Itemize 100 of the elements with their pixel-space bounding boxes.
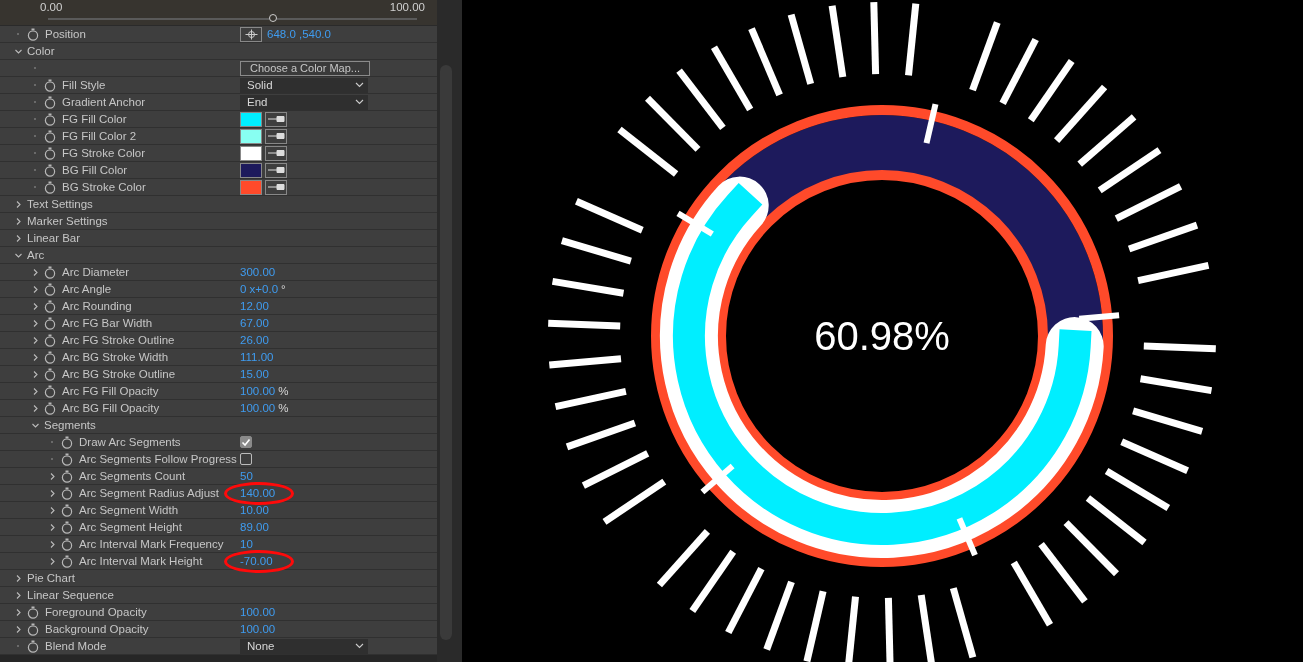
- color-map-button[interactable]: Choose a Color Map...: [240, 60, 370, 76]
- eyedropper-button[interactable]: [265, 128, 287, 144]
- group-label[interactable]: Pie Chart: [27, 572, 75, 584]
- chevron-right-icon[interactable]: [31, 301, 40, 311]
- stopwatch-icon[interactable]: [44, 95, 56, 109]
- stopwatch-icon[interactable]: [61, 554, 73, 568]
- chevron-right-icon[interactable]: [31, 369, 40, 379]
- eyedropper-button[interactable]: [265, 179, 287, 195]
- stopwatch-icon[interactable]: [44, 282, 56, 296]
- property-value[interactable]: 111.00: [240, 351, 274, 363]
- stopwatch-icon[interactable]: [44, 163, 56, 177]
- property-value[interactable]: 15.00: [240, 368, 269, 380]
- stopwatch-icon[interactable]: [61, 452, 73, 466]
- chevron-right-icon[interactable]: [31, 386, 40, 396]
- color-swatch[interactable]: [240, 111, 262, 127]
- stopwatch-icon[interactable]: [27, 622, 39, 636]
- chevron-right-icon[interactable]: [31, 267, 40, 277]
- chevron-right-icon[interactable]: [48, 556, 57, 566]
- property-value[interactable]: 50: [240, 470, 253, 482]
- chevron-right-icon[interactable]: [31, 284, 40, 294]
- chevron-right-icon[interactable]: [14, 590, 23, 600]
- chevron-right-icon[interactable]: [48, 505, 57, 515]
- stopwatch-icon[interactable]: [44, 299, 56, 313]
- stopwatch-icon[interactable]: [61, 537, 73, 551]
- property-value[interactable]: 0 x+0.0: [240, 283, 279, 295]
- property-label: Arc Diameter: [62, 266, 130, 278]
- property-value[interactable]: 10.00: [240, 504, 269, 516]
- stopwatch-icon[interactable]: [44, 129, 56, 143]
- stopwatch-icon[interactable]: [44, 316, 56, 330]
- stopwatch-icon[interactable]: [44, 78, 56, 92]
- color-swatch[interactable]: [240, 128, 262, 144]
- stopwatch-icon[interactable]: [44, 350, 56, 364]
- color-swatch[interactable]: [240, 145, 262, 161]
- chevron-right-icon[interactable]: [31, 352, 40, 362]
- chevron-right-icon[interactable]: [14, 233, 23, 243]
- eyedropper-button[interactable]: [265, 145, 287, 161]
- property-value[interactable]: 300.00: [240, 266, 276, 278]
- eyedropper-button[interactable]: [265, 162, 287, 178]
- stopwatch-icon[interactable]: [27, 27, 39, 41]
- checkbox[interactable]: [240, 453, 252, 465]
- property-value[interactable]: 100.00: [240, 606, 276, 618]
- color-swatch[interactable]: [240, 162, 262, 178]
- group-label[interactable]: Linear Sequence: [27, 589, 114, 601]
- stopwatch-icon[interactable]: [27, 639, 39, 653]
- group-label[interactable]: Segments: [44, 419, 96, 431]
- slider-thumb[interactable]: [269, 14, 278, 22]
- eyedropper-button[interactable]: [265, 111, 287, 127]
- property-value[interactable]: 140.00: [240, 487, 276, 499]
- eyedropper-icon: [267, 183, 285, 191]
- chevron-right-icon[interactable]: [14, 624, 23, 634]
- property-value[interactable]: -70.00: [240, 555, 273, 567]
- stopwatch-icon[interactable]: [44, 384, 56, 398]
- chevron-right-icon[interactable]: [31, 403, 40, 413]
- chevron-right-icon[interactable]: [48, 539, 57, 549]
- group-label[interactable]: Color: [27, 45, 55, 57]
- stopwatch-icon[interactable]: [44, 112, 56, 126]
- dropdown[interactable]: None: [240, 638, 368, 654]
- chevron-right-icon[interactable]: [14, 216, 23, 226]
- chevron-right-icon[interactable]: [14, 573, 23, 583]
- chevron-right-icon[interactable]: [48, 522, 57, 532]
- property-value[interactable]: 67.00: [240, 317, 269, 329]
- property-value[interactable]: 100.00: [240, 402, 276, 414]
- property-label: BG Stroke Color: [62, 181, 146, 193]
- stopwatch-icon[interactable]: [44, 333, 56, 347]
- slider-max-label: 100.00: [389, 1, 425, 14]
- stopwatch-icon[interactable]: [61, 503, 73, 517]
- stopwatch-icon[interactable]: [44, 180, 56, 194]
- property-value[interactable]: 89.00: [240, 521, 269, 533]
- group-label[interactable]: Arc: [27, 249, 45, 261]
- group-label[interactable]: Linear Bar: [27, 232, 81, 244]
- crosshair-button[interactable]: [240, 26, 262, 42]
- stopwatch-icon[interactable]: [27, 605, 39, 619]
- chevron-right-icon[interactable]: [48, 471, 57, 481]
- dropdown[interactable]: End: [240, 94, 368, 110]
- stopwatch-icon[interactable]: [61, 520, 73, 534]
- group-label[interactable]: Marker Settings: [27, 215, 108, 227]
- chevron-right-icon[interactable]: [14, 607, 23, 617]
- group-label[interactable]: Text Settings: [27, 198, 93, 210]
- stopwatch-icon[interactable]: [61, 435, 73, 449]
- stopwatch-icon[interactable]: [61, 469, 73, 483]
- stopwatch-icon[interactable]: [44, 146, 56, 160]
- stopwatch-icon[interactable]: [61, 486, 73, 500]
- property-value[interactable]: 648.0 ,540.0: [267, 28, 331, 40]
- property-value[interactable]: 10: [240, 538, 253, 550]
- chevron-right-icon[interactable]: [14, 199, 23, 209]
- property-value[interactable]: 100.00: [240, 623, 276, 635]
- chevron-right-icon[interactable]: [48, 488, 57, 498]
- color-swatch[interactable]: [240, 179, 262, 195]
- percentage-label: 60.98%: [814, 314, 950, 358]
- stopwatch-icon[interactable]: [44, 367, 56, 381]
- property-value[interactable]: 12.00: [240, 300, 269, 312]
- dropdown[interactable]: Solid: [240, 77, 368, 93]
- chevron-right-icon[interactable]: [31, 335, 40, 345]
- property-value[interactable]: 100.00: [240, 385, 276, 397]
- property-label: Arc Interval Mark Height: [79, 555, 203, 567]
- property-value[interactable]: 26.00: [240, 334, 269, 346]
- stopwatch-icon[interactable]: [44, 265, 56, 279]
- stopwatch-icon[interactable]: [44, 401, 56, 415]
- chevron-right-icon[interactable]: [31, 318, 40, 328]
- checkbox[interactable]: [240, 436, 252, 448]
